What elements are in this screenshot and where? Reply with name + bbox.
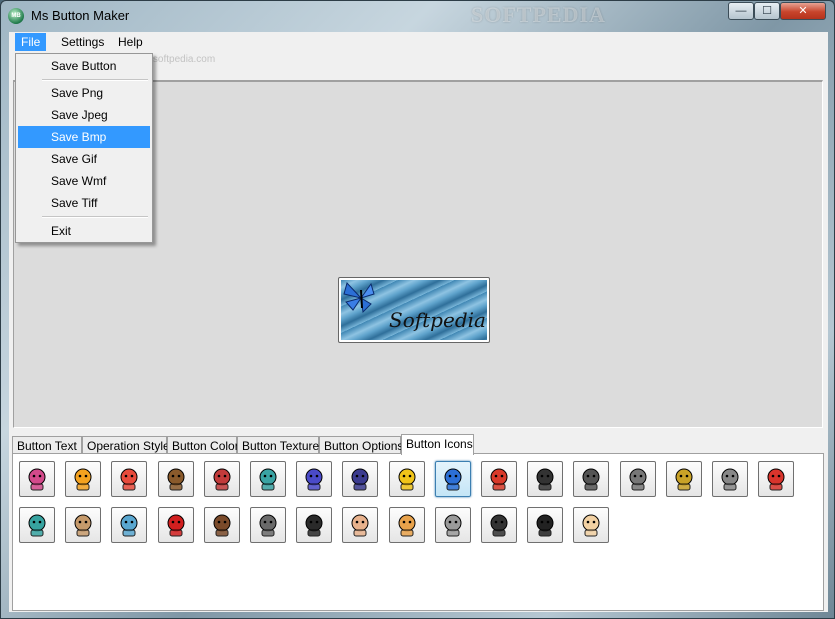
dinosaur-icon-button[interactable] — [19, 507, 55, 543]
woman-face-icon — [305, 514, 323, 537]
deer-icon-button[interactable] — [157, 461, 194, 497]
tab-operation-style[interactable]: Operation Style — [82, 436, 170, 454]
menu-file[interactable]: File — [15, 33, 47, 51]
palette-icon-button[interactable] — [758, 461, 795, 497]
cat-icon-button[interactable] — [712, 461, 748, 497]
movie-camera-icon — [582, 468, 600, 491]
menu-exit[interactable]: Exit — [18, 220, 150, 242]
squirrel-icon — [259, 514, 277, 537]
bee-icon-button[interactable] — [388, 461, 425, 497]
menu-save-wmf[interactable]: Save Wmf — [18, 170, 150, 192]
button-texture: Softpedia — [341, 280, 487, 340]
deer-icon — [167, 468, 185, 491]
bee-icon — [398, 468, 416, 491]
movie-camera-icon-button[interactable] — [573, 461, 610, 497]
tab-button-text[interactable]: Button Text — [12, 436, 82, 454]
ladybug-icon — [167, 514, 185, 537]
dog-icon — [74, 514, 92, 537]
client-area: File Settings Help www.softpedia.com Sof… — [9, 32, 828, 612]
minimize-button[interactable]: — — [728, 2, 754, 20]
balloons-icon-button[interactable] — [111, 461, 148, 497]
menu-separator — [42, 216, 148, 218]
menu-save-jpeg[interactable]: Save Jpeg — [18, 104, 150, 126]
hot-air-balloon-icon — [74, 468, 92, 491]
man-face-icon — [490, 514, 508, 537]
man-face-icon-button[interactable] — [481, 507, 517, 543]
girl-face-icon — [213, 514, 231, 537]
bird-icon — [259, 468, 277, 491]
spider-icon — [305, 468, 323, 491]
mouse-character-icon-button[interactable] — [19, 461, 55, 497]
butterfly-red-icon-button[interactable] — [481, 461, 517, 497]
camera-icon-button[interactable] — [527, 461, 564, 497]
hot-air-balloon-icon-button[interactable] — [65, 461, 102, 497]
ant-icon — [351, 468, 369, 491]
money-icon — [675, 468, 693, 491]
money-icon-button[interactable] — [665, 461, 702, 497]
notepad-pencil-icon-button[interactable] — [203, 461, 240, 497]
palette-icon — [767, 468, 785, 491]
mouse-face-icon — [536, 514, 554, 537]
camera-icon — [536, 468, 554, 491]
preview-button-text: Softpedia — [389, 308, 486, 332]
menu-save-gif[interactable]: Save Gif — [18, 148, 150, 170]
video-camera-icon-button[interactable] — [619, 461, 656, 497]
cat-icon — [721, 468, 739, 491]
woman-face-icon-button[interactable] — [296, 507, 333, 543]
girl-face-icon-button[interactable] — [203, 507, 240, 543]
softpedia-watermark: SOFTPEDIA — [471, 2, 606, 27]
tab-button-icons[interactable]: Button Icons — [401, 434, 474, 455]
boy-face-icon — [582, 514, 600, 537]
mouse-character-icon — [28, 468, 46, 491]
spider-icon-button[interactable] — [296, 461, 333, 497]
ladybug-icon-button[interactable] — [157, 507, 194, 543]
icons-panel — [12, 453, 824, 611]
cartoon-cat-icon-button[interactable] — [434, 507, 471, 543]
title-bar[interactable]: MB Ms Button Maker SOFTPEDIA — ☐ ✕ — [1, 1, 834, 31]
horse-icon — [120, 514, 138, 537]
close-button[interactable]: ✕ — [780, 2, 826, 20]
mouse-face-icon-button[interactable] — [527, 507, 564, 543]
menu-settings[interactable]: Settings — [55, 33, 110, 51]
butterfly-red-icon — [490, 468, 508, 491]
squirrel-icon-button[interactable] — [250, 507, 286, 543]
butterfly-blue-icon-button[interactable] — [434, 461, 471, 497]
maximize-button[interactable]: ☐ — [754, 2, 780, 20]
butterfly-blue-icon — [444, 468, 462, 491]
tab-button-texture[interactable]: Button Texture — [237, 436, 319, 454]
butterfly-icon — [343, 282, 375, 314]
ant-icon-button[interactable] — [342, 461, 379, 497]
dog-icon-button[interactable] — [65, 507, 102, 543]
app-icon[interactable]: MB — [8, 8, 24, 24]
dinosaur-icon — [28, 514, 46, 537]
app-window: MB Ms Button Maker SOFTPEDIA — ☐ ✕ File … — [0, 0, 835, 619]
old-man-face-icon — [351, 514, 369, 537]
video-camera-icon — [629, 468, 647, 491]
menu-save-tiff[interactable]: Save Tiff — [18, 192, 150, 214]
cat-face-icon — [398, 514, 416, 537]
cat-face-icon-button[interactable] — [388, 507, 425, 543]
horse-icon-button[interactable] — [111, 507, 148, 543]
menu-save-png[interactable]: Save Png — [18, 82, 150, 104]
tab-button-options[interactable]: Button Options — [319, 436, 403, 454]
file-menu-dropdown: Save Button Save Png Save Jpeg Save Bmp … — [15, 53, 153, 243]
window-title: Ms Button Maker — [31, 8, 130, 23]
menu-save-button[interactable]: Save Button — [18, 55, 150, 77]
boy-face-icon-button[interactable] — [573, 507, 610, 543]
preview-button[interactable]: Softpedia — [338, 277, 490, 343]
tab-button-color[interactable]: Button Color — [167, 436, 239, 454]
menu-separator — [42, 79, 148, 81]
balloons-icon — [120, 468, 138, 491]
menu-help[interactable]: Help — [112, 33, 149, 51]
menu-bar: File Settings Help — [9, 32, 828, 52]
bird-icon-button[interactable] — [250, 461, 286, 497]
notepad-pencil-icon — [213, 468, 231, 491]
old-man-face-icon-button[interactable] — [342, 507, 379, 543]
cartoon-cat-icon — [444, 514, 462, 537]
menu-save-bmp[interactable]: Save Bmp — [18, 126, 150, 148]
